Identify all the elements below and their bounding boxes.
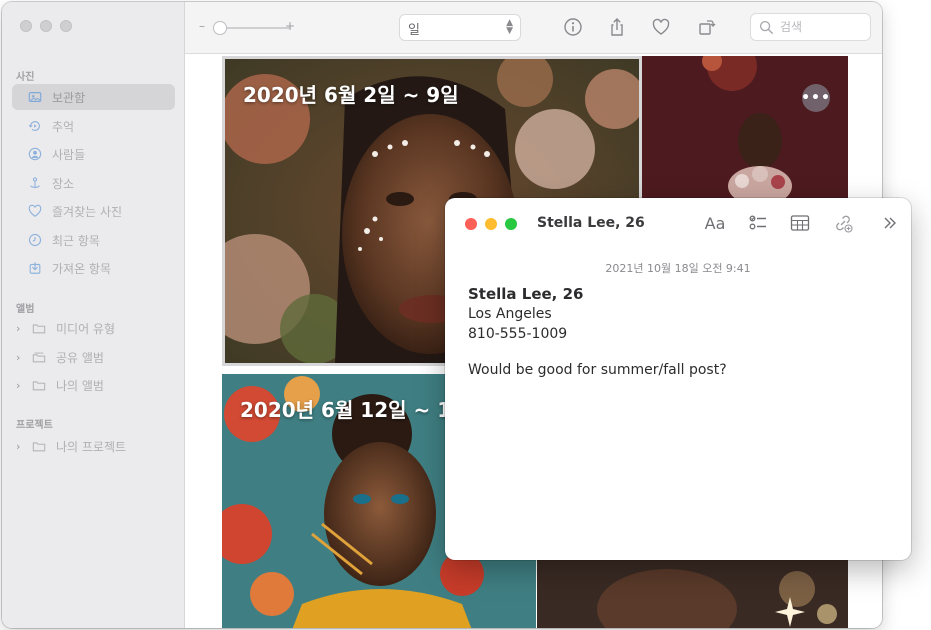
section-label-projects: 프로젝트 — [16, 420, 53, 431]
sidebar-item-label: 미디어 유형 — [56, 321, 116, 336]
note-date: 2021년 10월 18일 오전 9:41 — [605, 262, 751, 275]
sidebar-item-my-albums[interactable]: › 나의 앨범 — [12, 372, 175, 398]
shared-folder-icon — [32, 350, 46, 364]
sidebar-item-label: 장소 — [52, 176, 75, 191]
table-icon[interactable] — [788, 212, 812, 234]
search-box[interactable] — [750, 13, 871, 41]
sidebar-item-memories[interactable]: 추억 — [12, 113, 175, 139]
sidebar: 사진 보관함 추억 사람들 장소 즐겨찾는 사진 최근 항목 가져온 항목 앨범… — [2, 2, 185, 628]
folder-icon — [32, 378, 46, 392]
sidebar-item-recents[interactable]: 최근 항목 — [12, 227, 175, 253]
note-zoom-button[interactable] — [505, 218, 517, 230]
zoom-slider-knob[interactable] — [213, 21, 227, 35]
info-icon[interactable] — [562, 16, 584, 38]
note-window-controls — [465, 218, 517, 230]
places-icon — [28, 176, 42, 190]
chevron-double-right-icon[interactable] — [878, 212, 902, 234]
favorite-heart-icon[interactable] — [650, 16, 672, 38]
chevron-right-icon[interactable]: › — [16, 379, 20, 392]
rotate-icon[interactable] — [696, 16, 718, 38]
search-input[interactable] — [780, 20, 860, 34]
library-icon — [28, 90, 42, 104]
note-line-comment: Would be good for summer/fall post? — [468, 362, 727, 378]
section-label-photos: 사진 — [16, 72, 35, 83]
share-icon[interactable] — [606, 16, 628, 38]
note-window: Stella Lee, 26 Aa 2021년 10월 18일 오전 9:41 … — [445, 198, 911, 560]
heart-icon — [28, 204, 42, 218]
minimize-button[interactable] — [40, 20, 52, 32]
folder-icon — [32, 439, 46, 453]
chevron-right-icon[interactable]: › — [16, 440, 20, 453]
note-minimize-button[interactable] — [485, 218, 497, 230]
memories-icon — [28, 119, 42, 133]
photos-window-controls — [20, 20, 72, 32]
sidebar-item-label: 가져온 항목 — [52, 261, 112, 276]
sidebar-item-people[interactable]: 사람들 — [12, 141, 175, 167]
search-icon — [759, 20, 774, 34]
clock-icon — [28, 233, 42, 247]
format-text-button[interactable]: Aa — [703, 212, 727, 234]
chevron-right-icon[interactable]: › — [16, 351, 20, 364]
sidebar-item-label: 공유 앨범 — [56, 350, 104, 365]
sidebar-item-media-types[interactable]: › 미디어 유형 — [12, 315, 175, 341]
sidebar-item-label: 보관함 — [52, 90, 86, 105]
sidebar-item-label: 최근 항목 — [52, 233, 100, 248]
sidebar-item-shared-albums[interactable]: › 공유 앨범 — [12, 344, 175, 370]
sidebar-item-favorites[interactable]: 즐겨찾는 사진 — [12, 198, 175, 224]
note-blank-line — [468, 344, 727, 360]
sidebar-item-label: 나의 프로젝트 — [56, 439, 127, 454]
photo-group-title: 2020년 6월 2일 ~ 9일 — [243, 83, 459, 107]
checklist-icon[interactable] — [746, 212, 770, 234]
zoom-button[interactable] — [60, 20, 72, 32]
zoom-in-icon[interactable]: + — [285, 19, 295, 33]
sidebar-item-library[interactable]: 보관함 — [12, 84, 175, 110]
sidebar-item-my-projects[interactable]: › 나의 프로젝트 — [12, 433, 175, 459]
sidebar-item-label: 나의 앨범 — [56, 378, 104, 393]
import-icon — [28, 261, 42, 275]
sidebar-item-imports[interactable]: 가져온 항목 — [12, 255, 175, 281]
zoom-out-icon[interactable]: – — [199, 19, 205, 33]
note-line-phone: 810-555-1009 — [468, 326, 568, 342]
folder-icon — [32, 321, 46, 335]
section-label-albums: 앨범 — [16, 304, 35, 315]
photo-tile-sparkle[interactable] — [537, 559, 848, 628]
more-options-button[interactable]: ••• — [801, 84, 830, 112]
view-select[interactable]: 일 ▲ ▼ — [399, 14, 521, 41]
note-heading: Stella Lee, 26 — [468, 285, 584, 303]
chevron-right-icon[interactable]: › — [16, 322, 20, 335]
sidebar-item-places[interactable]: 장소 — [12, 170, 175, 196]
photo-image — [537, 559, 848, 628]
note-body[interactable]: Stella Lee, 26 Los Angeles 810-555-1009 … — [468, 284, 727, 380]
note-line-city: Los Angeles — [468, 306, 552, 322]
sidebar-item-label: 즐겨찾는 사진 — [52, 204, 123, 219]
close-button[interactable] — [20, 20, 32, 32]
note-window-title: Stella Lee, 26 — [537, 215, 645, 231]
note-close-button[interactable] — [465, 218, 477, 230]
sidebar-item-label: 추억 — [52, 119, 75, 134]
toolbar: – + 일 ▲ ▼ — [185, 2, 882, 54]
view-select-value: 일 — [408, 23, 420, 38]
sidebar-item-label: 사람들 — [52, 147, 86, 162]
chevron-updown-icon: ▲ ▼ — [506, 18, 513, 36]
add-link-icon[interactable] — [831, 212, 855, 234]
people-icon — [28, 147, 42, 161]
